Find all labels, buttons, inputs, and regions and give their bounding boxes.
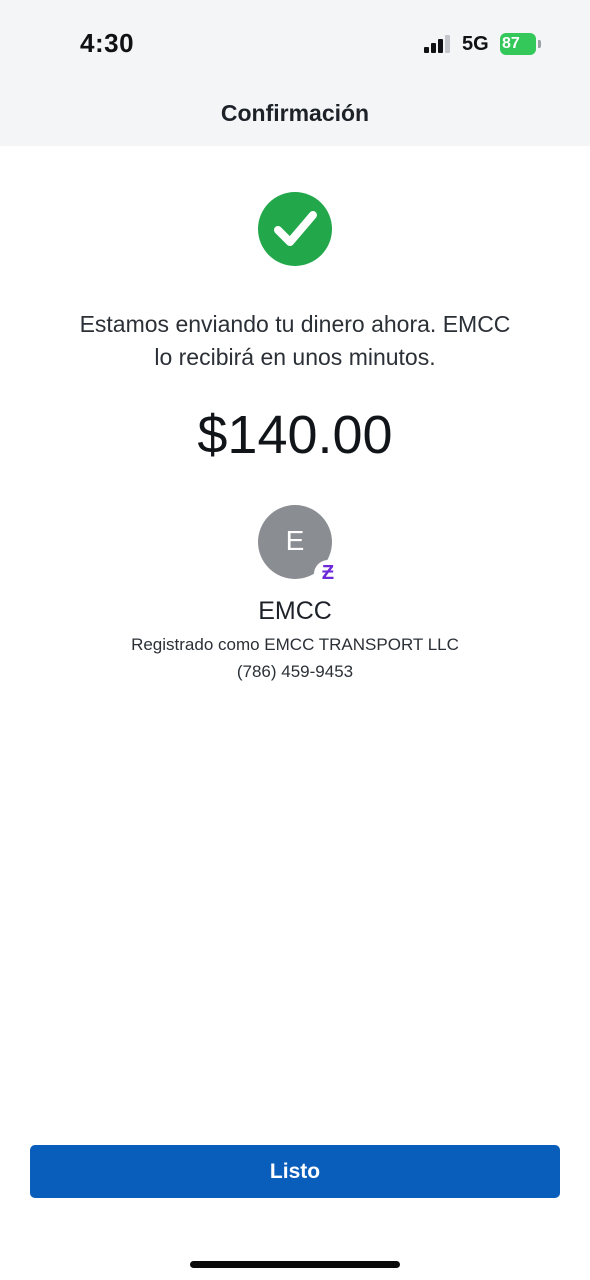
cellular-signal-icon [424,35,450,53]
status-time: 4:30 [80,28,135,58]
network-type: 5G [462,33,489,55]
recipient-name: EMCC [258,597,332,625]
navigation-bar: Confirmación [0,88,590,146]
battery-level: 87 [502,35,520,52]
battery-cap [538,40,541,48]
avatar-initial: E [285,525,305,556]
battery-body: 87 [500,33,536,55]
message-line-2: lo recibirá en unos minutos. [154,344,436,370]
recipient-registered-name: Registrado como EMCC TRANSPORT LLC [131,635,459,654]
check-circle-icon [258,192,332,266]
battery-charging-icon: 87 [500,33,544,55]
payment-amount: $140.00 [197,405,393,465]
page-title: Confirmación [220,100,370,126]
home-indicator[interactable] [190,1261,400,1268]
recipient-phone: (786) 459-9453 [236,662,354,681]
cash-app-icon: Ƶ [314,560,342,588]
confirmation-message: Estamos enviando tu dinero ahora. EMCC l… [40,308,550,374]
done-button[interactable]: Listo [30,1145,560,1198]
status-bar: 4:30 5G 87 [0,0,590,88]
message-line-1: Estamos enviando tu dinero ahora. EMCC [79,311,511,337]
cash-app-glyph: Ƶ [321,562,335,584]
